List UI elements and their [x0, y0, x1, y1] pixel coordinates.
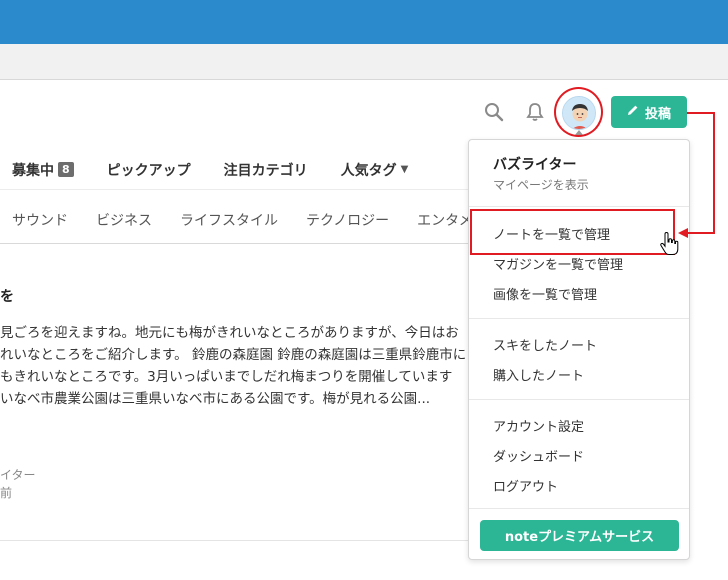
nav-item-recruiting[interactable]: 募集中 8 — [12, 160, 74, 180]
post-button-label: 投稿 — [644, 106, 671, 122]
nav-item-label: 募集中 — [12, 162, 54, 179]
article-line: 見ごろを迎えますね。地元にも梅がきれいなところがありますが、今日はお — [0, 325, 459, 341]
divider — [0, 540, 470, 541]
article-line: れいなところをご紹介します。 鈴鹿の森庭園 鈴鹿の森庭園は三重県鈴鹿市に — [0, 347, 467, 363]
dropdown-user-name[interactable]: バズライター — [493, 154, 576, 174]
article-meta: イター 前 — [0, 466, 36, 502]
article-excerpt[interactable]: 見ごろを迎えますね。地元にも梅がきれいなところがありますが、今日はお れいなとこ… — [0, 322, 470, 410]
nav-item-label: ピックアップ — [106, 162, 191, 179]
nav-item-popular-tags[interactable]: 人気タグ ▼ — [341, 160, 409, 180]
article-line: もきれいなところです。3月いっぱいまでしだれ梅まつりを開催しています — [0, 369, 453, 385]
menu-item-manage-magazines[interactable]: マガジンを一覧で管理 — [493, 254, 623, 273]
count-badge: 8 — [58, 162, 74, 177]
nav-item-featured-categories[interactable]: 注目カテゴリ — [224, 160, 308, 180]
menu-item-logout[interactable]: ログアウト — [493, 476, 558, 495]
category-tab[interactable]: ライフスタイル — [180, 210, 278, 230]
article-author[interactable]: イター — [0, 466, 36, 484]
divider — [469, 318, 689, 319]
category-tab[interactable]: エンタメ — [417, 210, 473, 230]
nav-item-pickup[interactable]: ピックアップ — [107, 160, 191, 180]
category-tab[interactable]: ビジネス — [96, 210, 152, 230]
view-mypage-link[interactable]: マイページを表示 — [493, 176, 589, 193]
menu-item-dashboard[interactable]: ダッシュボード — [493, 446, 584, 465]
chevron-down-icon: ▼ — [400, 164, 409, 175]
article-title[interactable]: を — [0, 286, 14, 306]
annotation-highlight-box — [470, 209, 675, 255]
menu-item-purchased-notes[interactable]: 購入したノート — [493, 365, 584, 384]
browser-address-bar — [0, 44, 728, 80]
article-line: いなべ市農業公園は三重県いなべ市にある公園です。梅が見れる公園... — [0, 391, 431, 407]
nav-item-label: 注目カテゴリ — [223, 162, 308, 179]
premium-service-button[interactable]: noteプレミアムサービス — [480, 520, 679, 551]
divider — [469, 508, 689, 509]
divider — [469, 399, 689, 400]
post-button[interactable]: 投稿 — [611, 96, 687, 128]
category-tab[interactable]: テクノロジー — [306, 210, 389, 230]
menu-item-manage-images[interactable]: 画像を一覧で管理 — [493, 284, 597, 303]
menu-item-liked-notes[interactable]: スキをしたノート — [493, 335, 597, 354]
divider — [469, 206, 689, 207]
browser-title-bar — [0, 0, 728, 44]
annotation-circle — [554, 87, 603, 137]
search-icon[interactable] — [482, 100, 506, 124]
pencil-icon — [627, 104, 639, 120]
menu-item-account-settings[interactable]: アカウント設定 — [493, 416, 584, 435]
main-nav: 募集中 8 ピックアップ 注目カテゴリ 人気タグ ▼ — [0, 150, 480, 190]
category-tab[interactable]: サウンド — [12, 210, 68, 230]
account-dropdown-menu: バズライター マイページを表示 ノートを一覧で管理 マガジンを一覧で管理 画像を… — [468, 139, 690, 560]
bell-icon[interactable] — [523, 100, 547, 124]
hand-cursor-icon — [659, 231, 679, 256]
category-tabs: サウンド ビジネス ライフスタイル テクノロジー エンタメ — [0, 196, 480, 244]
nav-item-label: 人気タグ — [340, 162, 397, 179]
article-time: 前 — [0, 486, 13, 500]
